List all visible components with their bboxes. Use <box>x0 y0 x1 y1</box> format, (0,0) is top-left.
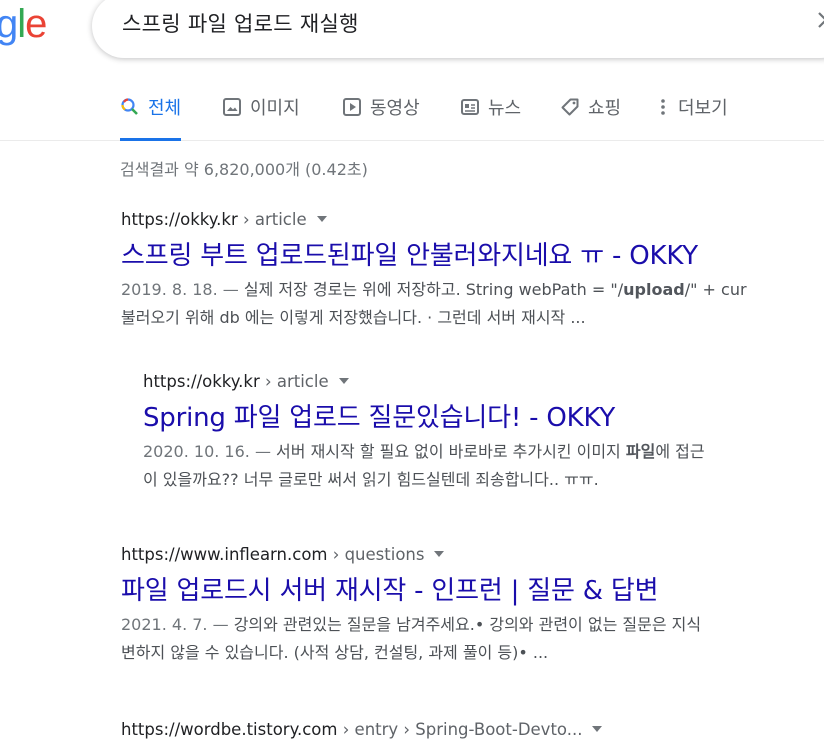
search-result: https://okky.kr › article Spring 파일 업로드 … <box>143 372 705 494</box>
video-icon <box>343 98 361 116</box>
tab-videos-label: 동영상 <box>370 98 420 119</box>
snippet-text: 실제 저장 경로는 위에 저장하고. String webPath = "/ <box>243 280 624 299</box>
result-url-host: https://okky.kr <box>121 210 238 229</box>
search-tabs: 전체 이미지 동영상 뉴스 쇼핑 더보기 <box>0 82 824 141</box>
tab-shopping-label: 쇼핑 <box>588 98 622 119</box>
chevron-down-icon[interactable] <box>592 726 603 732</box>
logo-letter-e: e <box>25 2 47 46</box>
search-input[interactable]: 스프링 파일 업로드 재실행 <box>122 8 359 38</box>
search-box[interactable]: 스프링 파일 업로드 재실행 <box>92 0 824 58</box>
google-logo[interactable]: gle <box>0 2 47 47</box>
logo-letter-g: g <box>0 2 18 46</box>
result-title-link[interactable]: 파일 업로드시 서버 재시작 - 인프런 | 질문 & 답변 <box>121 570 701 607</box>
chevron-down-icon[interactable] <box>316 216 327 222</box>
result-date: 2019. 8. 18. — <box>121 280 244 299</box>
tab-shopping[interactable]: 쇼핑 <box>560 94 621 140</box>
tab-more[interactable]: 더보기 <box>656 94 728 140</box>
snippet-highlight: 파일 <box>625 442 656 461</box>
snippet-text: /" + cur <box>684 280 747 299</box>
search-result: https://www.inflearn.com › questions 파일 … <box>121 545 701 667</box>
news-icon <box>461 99 479 115</box>
result-snippet: 2019. 8. 18. — 실제 저장 경로는 위에 저장하고. String… <box>121 276 747 332</box>
tab-images-label: 이미지 <box>250 98 300 119</box>
snippet-text: 에 접근 <box>655 442 705 461</box>
result-url[interactable]: https://okky.kr › article <box>121 210 747 229</box>
result-stats: 검색결과 약 6,820,000개 (0.42초) <box>120 160 368 179</box>
tab-news[interactable]: 뉴스 <box>460 94 521 140</box>
tab-news-label: 뉴스 <box>488 98 522 119</box>
tab-all-label: 전체 <box>148 98 182 119</box>
result-url-host: https://okky.kr <box>143 372 260 391</box>
tab-videos[interactable]: 동영상 <box>342 94 420 140</box>
result-title-link[interactable]: 스프링 부트 업로드된파일 안불러와지네요 ㅠ - OKKY <box>121 235 747 272</box>
result-url[interactable]: https://wordbe.tistory.com › entry › Spr… <box>121 720 603 739</box>
snippet-text: 강의와 관련있는 질문을 남겨주세요.• 강의와 관련이 없는 질문은 지식 <box>233 615 702 634</box>
tab-all[interactable]: 전체 <box>120 94 182 141</box>
snippet-line: 변하지 않을 수 있습니다. (사적 상담, 컨설팅, 과제 풀이 등)• ..… <box>121 643 549 662</box>
result-url-path: › article <box>259 372 329 391</box>
tag-icon <box>561 98 579 116</box>
result-url-path: › entry › Spring-Boot-Devto... <box>337 720 583 739</box>
snippet-text: 서버 재시작 할 필요 없이 바로바로 추가시킨 이미지 <box>276 442 626 461</box>
result-url-path: › questions <box>327 545 425 564</box>
result-url[interactable]: https://okky.kr › article <box>143 372 705 391</box>
result-snippet: 2021. 4. 7. — 강의와 관련있는 질문을 남겨주세요.• 강의와 관… <box>121 611 701 667</box>
result-date: 2021. 4. 7. — <box>121 615 234 634</box>
snippet-highlight: upload <box>623 280 685 299</box>
chevron-down-icon[interactable] <box>338 378 349 384</box>
tab-images[interactable]: 이미지 <box>222 94 300 140</box>
result-date: 2020. 10. 16. — <box>143 442 277 461</box>
logo-letter-l: l <box>17 2 26 46</box>
result-url-path: › article <box>237 210 307 229</box>
chevron-down-icon[interactable] <box>434 551 445 557</box>
snippet-line: 이 있을까요?? 너무 글로만 써서 읽기 힘드실텐데 죄송합니다.. ㅠㅠ. <box>143 470 599 489</box>
snippet-line: 불러오기 위해 db 에는 이렇게 저장했습니다. · 그런데 서버 재시작 .… <box>121 308 586 327</box>
image-icon <box>223 98 241 116</box>
result-url[interactable]: https://www.inflearn.com › questions <box>121 545 701 564</box>
search-icon <box>121 98 138 115</box>
result-title-link[interactable]: Spring 파일 업로드 질문있습니다! - OKKY <box>143 397 705 434</box>
tab-more-label: 더보기 <box>678 98 728 119</box>
result-url-host: https://www.inflearn.com <box>121 545 328 564</box>
more-vert-icon <box>661 99 665 115</box>
result-snippet: 2020. 10. 16. — 서버 재시작 할 필요 없이 바로바로 추가시킨… <box>143 438 705 494</box>
search-result: https://okky.kr › article 스프링 부트 업로드된파일 … <box>121 210 747 332</box>
close-icon[interactable] <box>814 8 824 32</box>
result-url-host: https://wordbe.tistory.com <box>121 720 338 739</box>
search-result: https://wordbe.tistory.com › entry › Spr… <box>121 720 603 739</box>
